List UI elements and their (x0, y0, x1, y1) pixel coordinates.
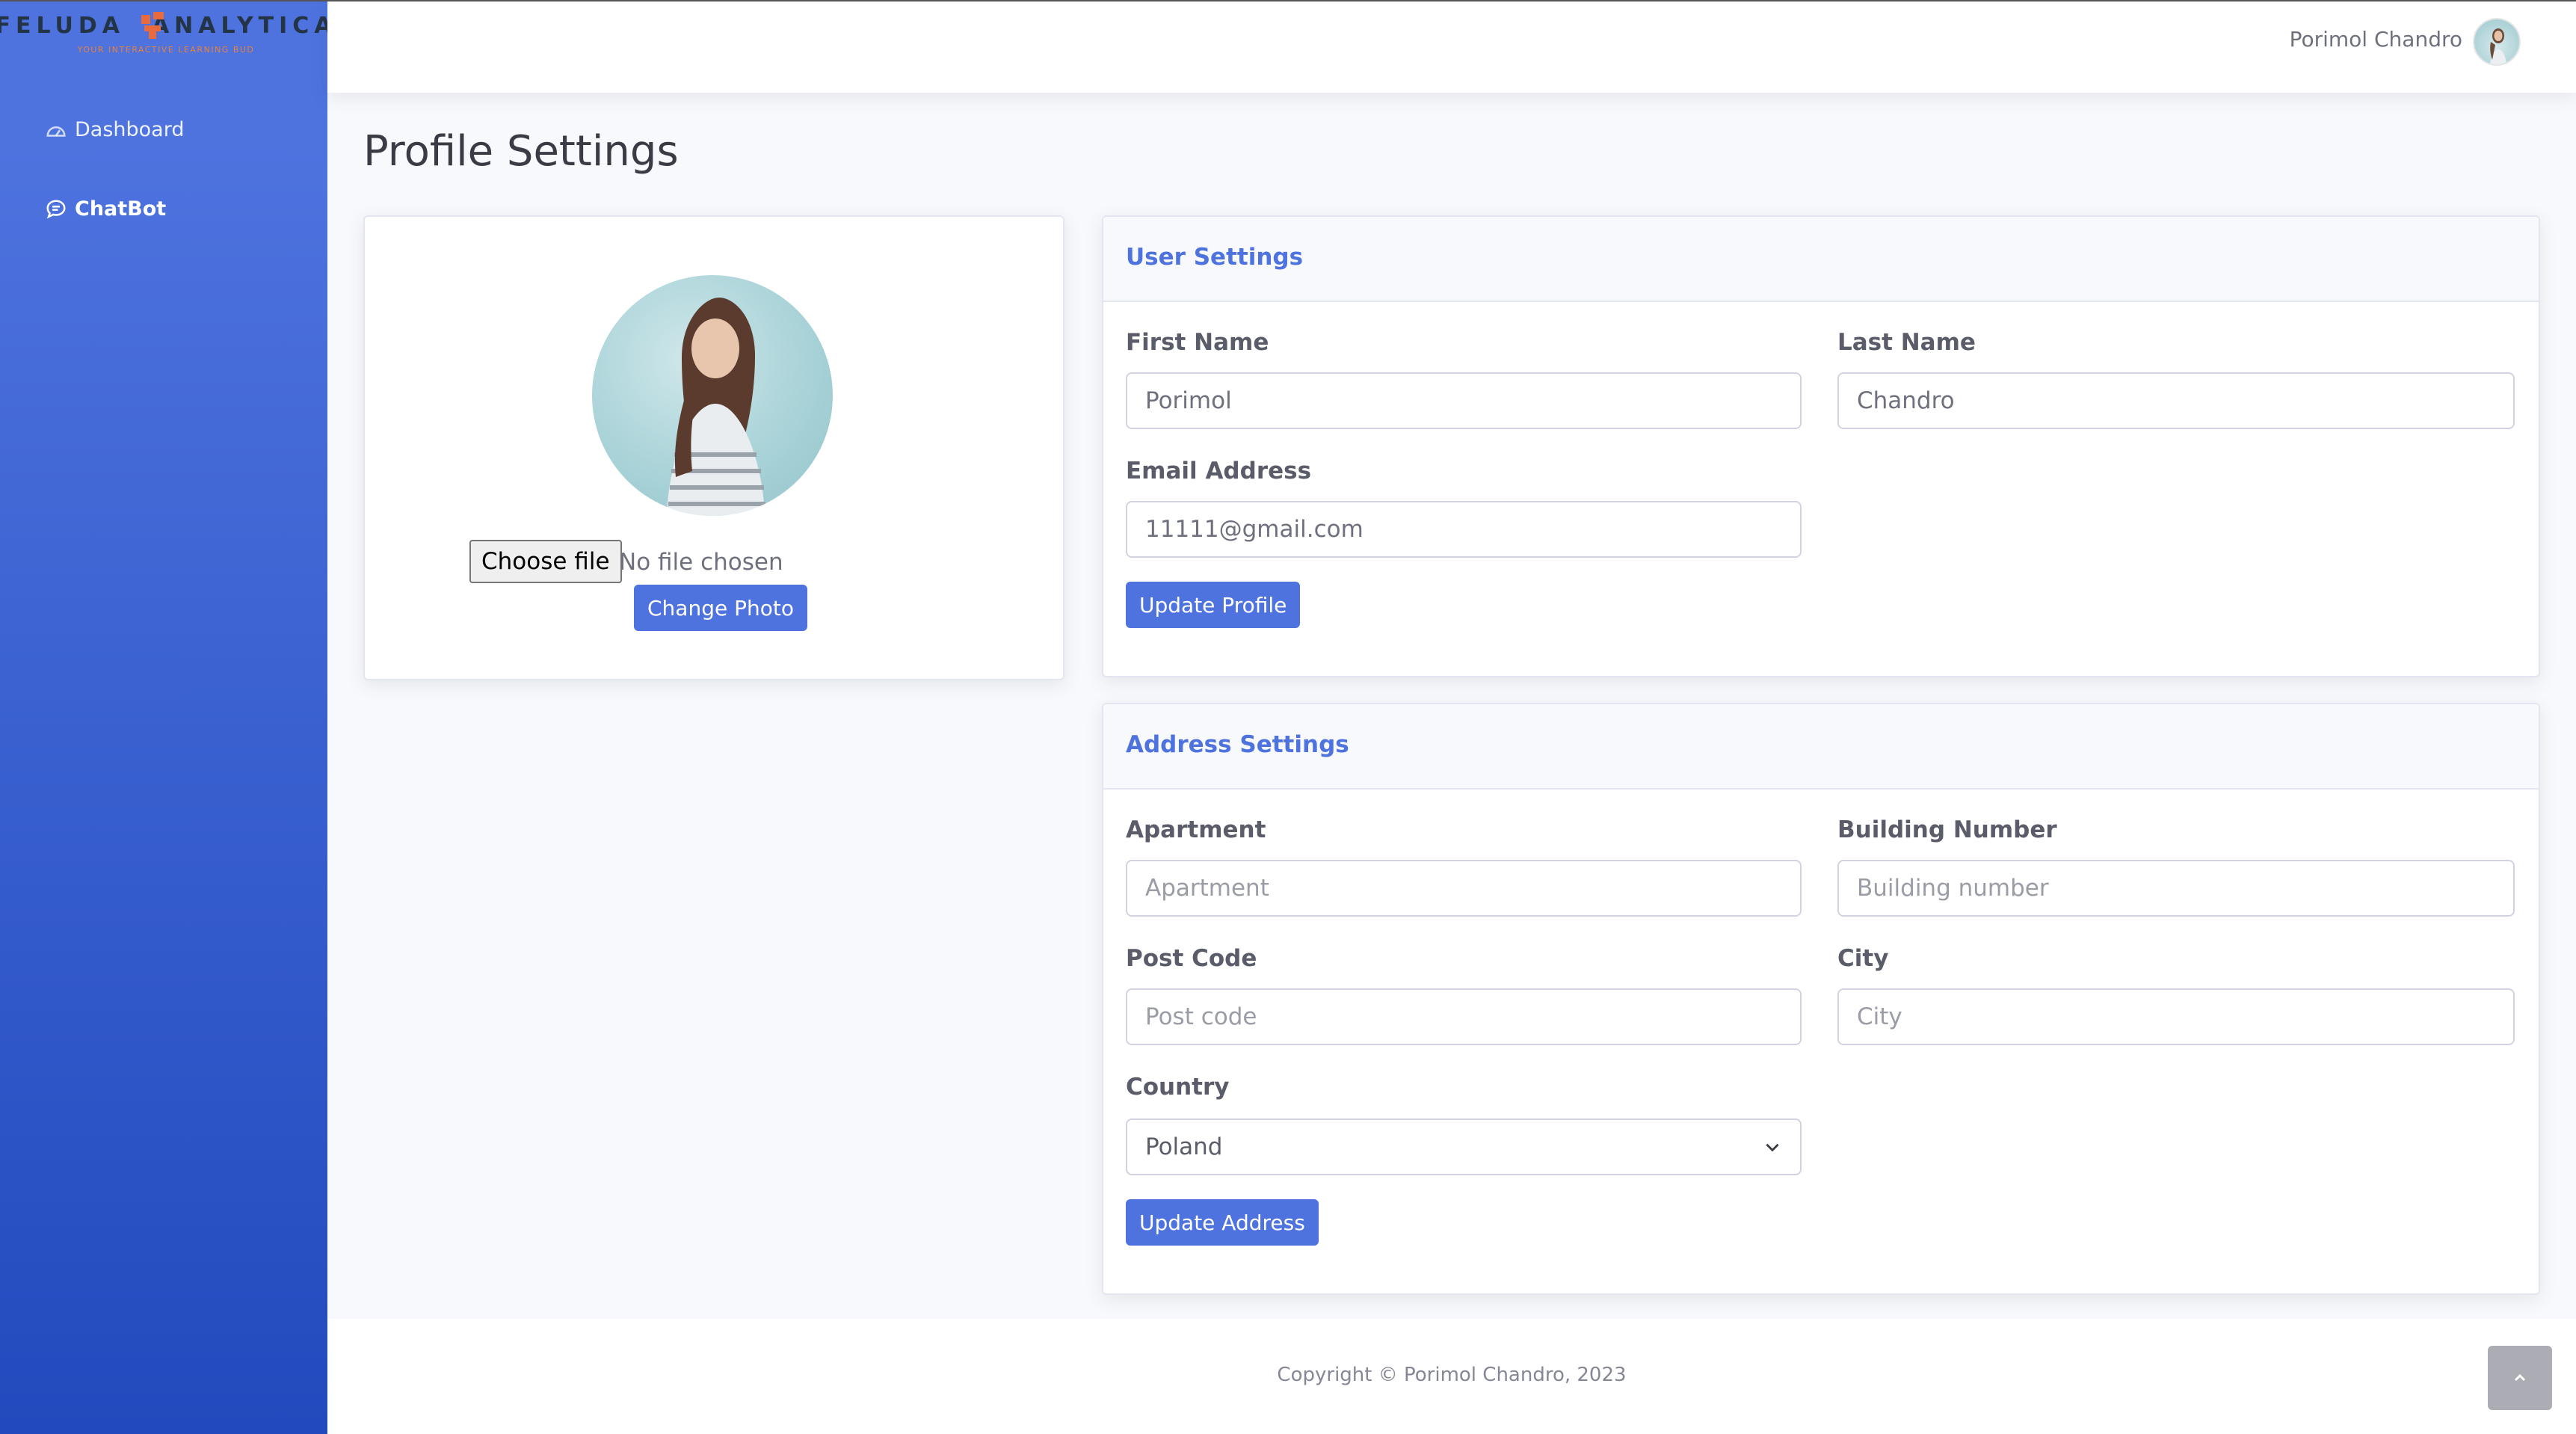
address-settings-title: Address Settings (1103, 704, 2539, 790)
scroll-to-top-button[interactable] (2488, 1346, 2552, 1410)
sidebar-item-chatbot[interactable]: ChatBot (45, 197, 166, 221)
sidebar-item-dashboard[interactable]: Dashboard (45, 118, 184, 141)
city-label: City (1837, 945, 1889, 972)
chevron-up-icon (2514, 1373, 2526, 1382)
chevron-down-icon (1766, 1143, 1779, 1152)
profile-photo-image (667, 298, 765, 516)
page-title: Profile Settings (363, 127, 679, 176)
email-input[interactable] (1126, 501, 1802, 558)
avatar[interactable] (2473, 18, 2521, 66)
update-address-button[interactable]: Update Address (1126, 1199, 1319, 1246)
window-top-border (0, 0, 2576, 1)
file-status: No file chosen (619, 549, 783, 576)
sidebar-item-label: ChatBot (75, 197, 167, 221)
footer: Copyright © Porimol Chandro, 2023 (327, 1319, 2576, 1434)
topbar-user-name[interactable]: Porimol Chandro (2290, 27, 2462, 52)
country-label: Country (1126, 1074, 1230, 1101)
update-profile-button[interactable]: Update Profile (1126, 582, 1301, 628)
sidebar: FELUDA ANALYTICA YOUR INTERACTIVE LEARNI… (0, 0, 332, 1434)
first-name-input[interactable] (1126, 372, 1802, 429)
app-root: FELUDA ANALYTICA YOUR INTERACTIVE LEARNI… (0, 0, 2576, 1434)
profile-photo (592, 275, 833, 516)
chat-icon (46, 199, 66, 218)
apartment-input[interactable] (1126, 860, 1802, 917)
last-name-label: Last Name (1837, 329, 1976, 356)
brand-name-left: FELUDA (0, 12, 125, 39)
post-code-input[interactable] (1126, 988, 1802, 1045)
user-settings-title: User Settings (1103, 217, 2539, 302)
change-photo-button[interactable]: Change Photo (634, 585, 807, 631)
first-name-label: First Name (1126, 329, 1269, 356)
building-number-input[interactable] (1837, 860, 2515, 917)
brand-name: FELUDA ANALYTICA (0, 12, 332, 39)
copyright-text: Copyright © Porimol Chandro, 2023 (1277, 1364, 1627, 1386)
brand-logo[interactable]: FELUDA ANALYTICA YOUR INTERACTIVE LEARNI… (0, 12, 332, 72)
email-label: Email Address (1126, 458, 1312, 484)
country-select-value: Poland (1145, 1133, 1223, 1160)
post-code-label: Post Code (1126, 945, 1257, 972)
choose-file-button[interactable]: Choose file (469, 540, 622, 583)
gauge-icon (46, 126, 66, 137)
last-name-input[interactable] (1837, 372, 2515, 429)
user-settings-card: User Settings (1102, 215, 2540, 677)
topbar: Porimol Chandro (327, 0, 2576, 93)
sidebar-item-label: Dashboard (75, 118, 185, 141)
city-input[interactable] (1837, 988, 2515, 1045)
brand-name-right: ANALYTICA (151, 12, 337, 39)
apartment-label: Apartment (1126, 816, 1266, 843)
brand-tagline: YOUR INTERACTIVE LEARNING BUD (77, 45, 255, 55)
building-number-label: Building Number (1837, 816, 2057, 843)
country-select[interactable]: Poland (1126, 1118, 1802, 1175)
avatar-person-icon (2490, 28, 2506, 64)
